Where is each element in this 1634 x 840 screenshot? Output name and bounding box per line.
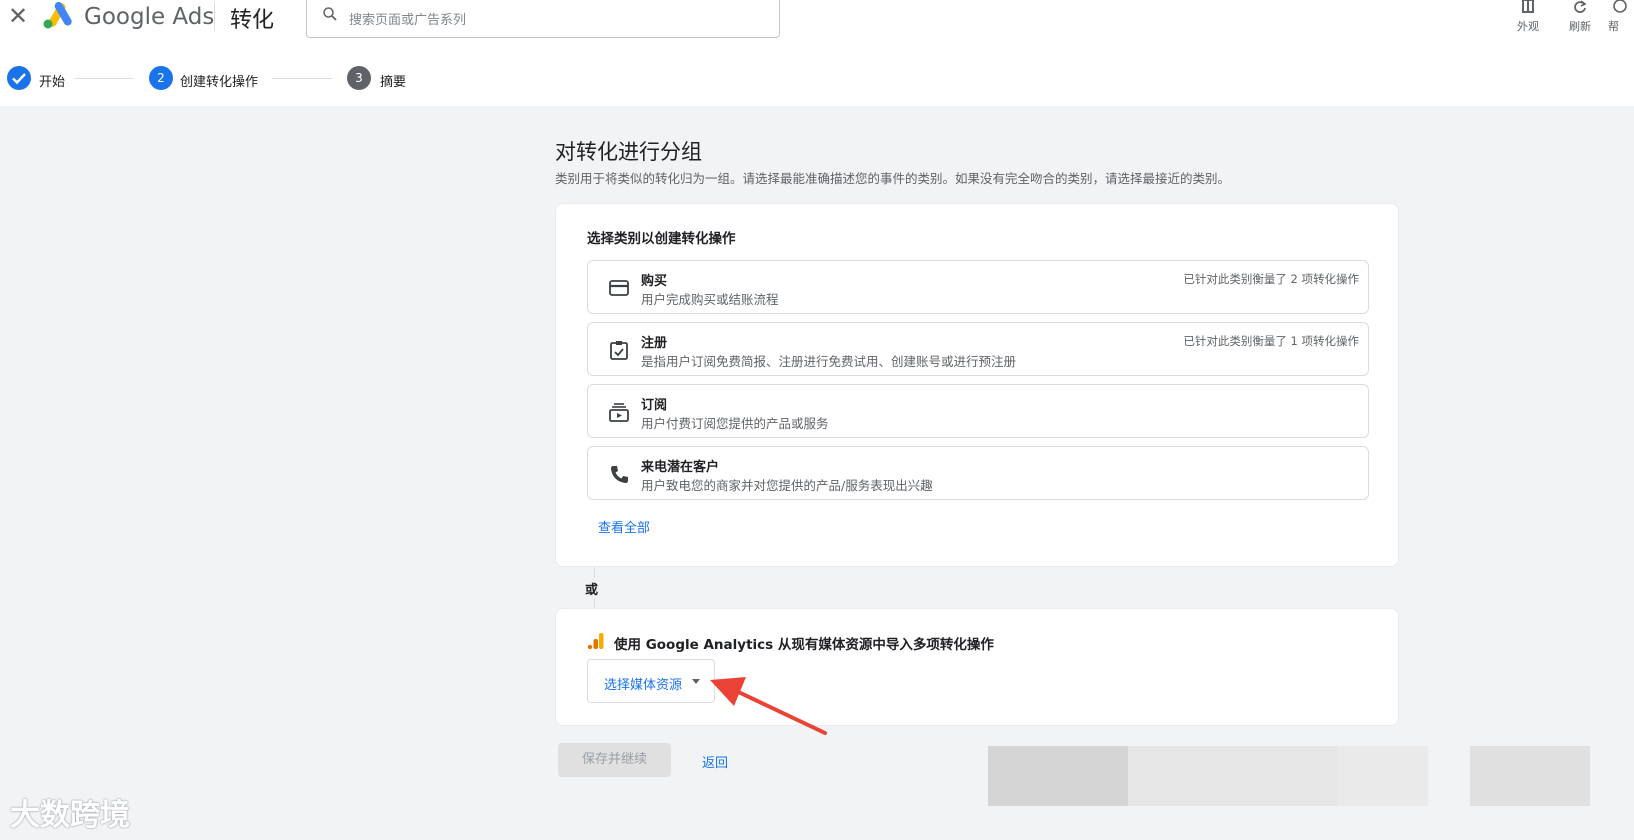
step-start-label: 开始 (39, 75, 66, 90)
option-title: 订阅 (641, 398, 668, 413)
or-label: 或 (585, 578, 599, 599)
google-analytics-icon (587, 633, 604, 650)
refresh-label: 刷新 (1569, 20, 1591, 33)
select-property-label: 选择媒体资源 (604, 678, 683, 693)
analytics-import-text: 使用 Google Analytics 从现有媒体资源中导入多项转化操作 (614, 637, 994, 653)
appearance-label: 外观 (1517, 20, 1539, 33)
annotation-arrow-icon (710, 677, 827, 735)
category-option-signup[interactable]: 注册 是指用户订阅免费简报、注册进行免费试用、创建账号或进行预注册 已针对此类别… (587, 322, 1369, 376)
appearance-button[interactable]: 外观 (1506, 0, 1550, 34)
option-title: 注册 (641, 336, 668, 351)
back-link[interactable]: 返回 (702, 752, 728, 771)
section-subtitle: 类别用于将类似的转化归为一组。请选择最能准确描述您的事件的类别。如果没有完全吻合… (555, 171, 1231, 186)
step-upcoming-number: 3 (347, 66, 371, 90)
category-option-phone-lead[interactable]: 来电潜在客户 用户致电您的商家并对您提供的产品/服务表现出兴趣 (587, 446, 1369, 500)
analytics-import-card: 使用 Google Analytics 从现有媒体资源中导入多项转化操作 选择媒… (555, 608, 1399, 726)
step-current-number: 2 (149, 66, 173, 90)
phone-icon (611, 466, 628, 483)
checklist-icon (610, 341, 628, 360)
page-title: 转化 (230, 8, 275, 33)
step-connector (74, 78, 134, 79)
credit-card-icon (609, 280, 629, 296)
option-description: 用户完成购买或结账流程 (641, 292, 779, 307)
progress-stepper: 开始 2 创建转化操作 3 摘要 (0, 50, 1634, 106)
top-app-bar: ✕ Google Ads 转化 搜索页面或广告系列 外观 刷新 帮 (0, 0, 1634, 51)
google-ads-logo (43, 2, 72, 29)
category-card-heading: 选择类别以创建转化操作 (587, 231, 736, 247)
search-input[interactable]: 搜索页面或广告系列 (306, 0, 780, 38)
option-title: 购买 (641, 274, 668, 289)
step-summary-label: 摘要 (380, 75, 407, 90)
step-create-label: 创建转化操作 (180, 75, 259, 90)
option-description: 用户付费订阅您提供的产品或服务 (641, 416, 829, 431)
brand-name: Google Ads (84, 4, 215, 30)
option-meta: 已针对此类别衡量了 2 项转化操作 (1183, 272, 1359, 286)
category-option-purchase[interactable]: 购买 用户完成购买或结账流程 已针对此类别衡量了 2 项转化操作 (587, 260, 1369, 314)
refresh-button[interactable]: 刷新 (1558, 0, 1602, 34)
chevron-down-icon (692, 679, 700, 684)
option-description: 是指用户订阅免费简报、注册进行免费试用、创建账号或进行预注册 (641, 354, 1017, 369)
step-connector (272, 78, 332, 79)
option-description: 用户致电您的商家并对您提供的产品/服务表现出兴趣 (641, 478, 933, 493)
section-title: 对转化进行分组 (555, 140, 702, 164)
title-divider (214, 2, 215, 30)
subscription-icon (609, 403, 629, 422)
help-icon (1613, 0, 1627, 13)
blurred-region (988, 746, 1128, 806)
select-property-dropdown[interactable]: 选择媒体资源 (587, 659, 715, 703)
search-placeholder: 搜索页面或广告系列 (349, 13, 467, 28)
view-all-link[interactable]: 查看全部 (598, 517, 650, 536)
help-label: 帮 (1608, 20, 1619, 33)
category-option-subscribe[interactable]: 订阅 用户付费订阅您提供的产品或服务 (587, 384, 1369, 438)
option-meta: 已针对此类别衡量了 1 项转化操作 (1183, 334, 1359, 348)
search-icon (323, 7, 337, 21)
help-button[interactable]: 帮 (1608, 0, 1634, 34)
refresh-icon (1574, 0, 1587, 13)
close-icon[interactable]: ✕ (8, 2, 28, 30)
save-continue-button[interactable]: 保存并继续 (558, 743, 671, 777)
blurred-region (1338, 746, 1428, 806)
option-title: 来电潜在客户 (641, 460, 720, 475)
step-done-icon (7, 66, 31, 90)
appearance-icon (1522, 0, 1534, 13)
watermark: 大数跨境 (10, 798, 130, 833)
blurred-region (1128, 746, 1338, 806)
blurred-region (1470, 746, 1590, 806)
category-card: 选择类别以创建转化操作 购买 用户完成购买或结账流程 已针对此类别衡量了 2 项… (555, 203, 1399, 567)
